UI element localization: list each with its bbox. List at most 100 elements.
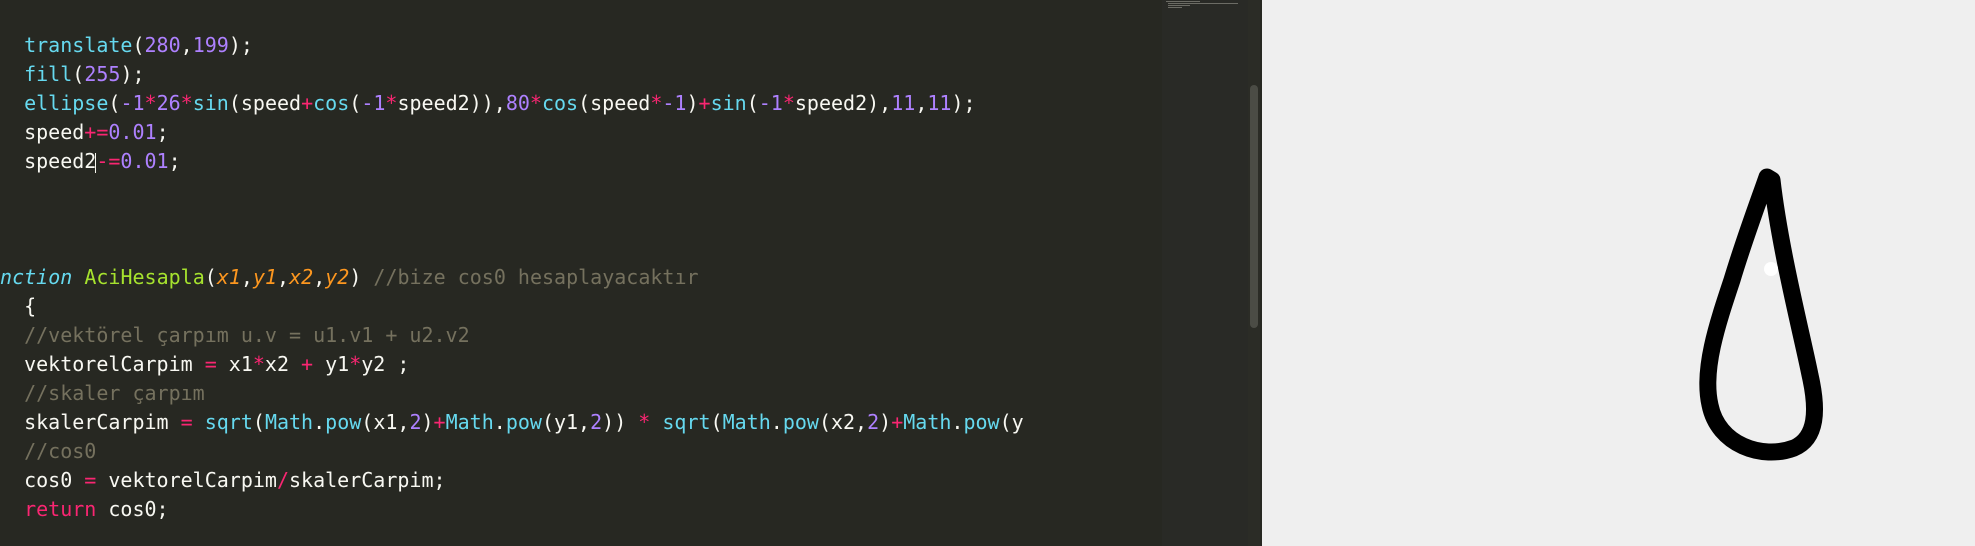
code-token: pow bbox=[325, 410, 362, 434]
code-line[interactable]: unction AciHesapla(x1,y1,x2,y2) //bize c… bbox=[0, 263, 699, 292]
code-line[interactable]: return cos0; bbox=[0, 495, 169, 524]
code-token: ); bbox=[951, 91, 976, 115]
drawn-loop-path bbox=[1699, 168, 1823, 461]
code-token: * bbox=[650, 91, 663, 115]
code-token: skalerCarpim bbox=[0, 410, 181, 434]
minimap-line bbox=[1166, 1, 1200, 2]
code-token: * bbox=[782, 91, 795, 115]
code-token: sqrt bbox=[204, 410, 253, 434]
code-token: //vektörel çarpım u.v = u1.v1 + u2.v2 bbox=[24, 323, 470, 347]
code-token: (y1, bbox=[541, 410, 591, 434]
code-token: x1 bbox=[216, 352, 253, 376]
code-token: y1 bbox=[313, 352, 350, 376]
code-line[interactable]: speed2-=0.01; bbox=[0, 147, 181, 176]
code-token: (speed bbox=[228, 91, 302, 115]
code-line[interactable]: ellipse(-1*26*sin(speed+cos(-1*speed2)),… bbox=[0, 89, 976, 118]
minimap-viewport[interactable] bbox=[1162, 0, 1248, 546]
scrollbar-thumb[interactable] bbox=[1250, 85, 1258, 328]
code-token: + bbox=[698, 91, 711, 115]
code-token: x2 bbox=[289, 265, 314, 289]
code-line[interactable]: //cos0 bbox=[0, 437, 96, 466]
code-token: -1 bbox=[662, 91, 687, 115]
code-token: , bbox=[277, 265, 290, 289]
code-token: ); bbox=[120, 62, 145, 86]
code-token: sin bbox=[710, 91, 747, 115]
code-line[interactable]: skalerCarpim = sqrt(Math.pow(x1,2)+Math.… bbox=[0, 408, 1024, 437]
code-token: cos bbox=[541, 91, 579, 115]
code-line[interactable]: speed+=0.01; bbox=[0, 118, 169, 147]
code-token: AciHesapla bbox=[84, 265, 205, 289]
code-token: , bbox=[313, 265, 326, 289]
code-token: ( bbox=[252, 410, 265, 434]
code-token: / bbox=[276, 468, 290, 492]
code-token: { bbox=[0, 294, 37, 318]
code-token: * bbox=[638, 410, 651, 434]
code-token: sin bbox=[192, 91, 229, 115]
vertical-scrollbar[interactable] bbox=[1248, 0, 1260, 546]
code-token: , bbox=[240, 265, 253, 289]
code-token: 80 bbox=[505, 91, 530, 115]
code-token: . bbox=[770, 410, 783, 434]
code-line[interactable]: vektorelCarpim = x1*x2 + y1*y2 ; bbox=[0, 350, 409, 379]
sketch-drawing bbox=[1699, 168, 1823, 461]
code-token: pow bbox=[505, 410, 542, 434]
code-token: + bbox=[301, 91, 314, 115]
code-token: ) bbox=[421, 410, 434, 434]
code-line[interactable]: translate(280,199); bbox=[0, 31, 253, 60]
code-token: translate bbox=[24, 33, 133, 57]
code-token: -1 bbox=[758, 91, 783, 115]
code-token: 280 bbox=[144, 33, 181, 57]
window: translate(280,199); fill(255); ellipse(-… bbox=[0, 0, 1975, 546]
code-token: ; bbox=[156, 120, 169, 144]
code-token: )) bbox=[602, 410, 639, 434]
code-token: = bbox=[180, 410, 193, 434]
code-token: fill bbox=[24, 62, 73, 86]
minimap[interactable] bbox=[1162, 0, 1248, 546]
code-token: (x1, bbox=[361, 410, 410, 434]
code-token: , bbox=[180, 33, 193, 57]
code-line[interactable]: //skaler çarpım bbox=[0, 379, 205, 408]
code-token: ellipse bbox=[24, 91, 109, 115]
minimap-line bbox=[1168, 3, 1238, 4]
code-token: cos bbox=[313, 91, 350, 115]
code-line[interactable]: cos0 = vektorelCarpim/skalerCarpim; bbox=[0, 466, 445, 495]
minimap-line bbox=[1168, 7, 1182, 8]
code-token: (speed bbox=[578, 91, 651, 115]
code-token: vektorelCarpim bbox=[96, 468, 277, 492]
code-token: speed2), bbox=[794, 91, 892, 115]
code-token: x2 bbox=[264, 352, 302, 376]
code-line[interactable]: //vektörel çarpım u.v = u1.v1 + u2.v2 bbox=[0, 321, 470, 350]
moving-dot bbox=[1764, 262, 1778, 276]
code-token: cos0; bbox=[96, 497, 169, 521]
code-line[interactable]: { bbox=[0, 292, 36, 321]
code-token: = bbox=[84, 468, 97, 492]
code-token: 199 bbox=[192, 33, 229, 57]
code-token: //bize cos0 hesaplayacaktır bbox=[373, 265, 699, 289]
code-token: y2 ; bbox=[361, 352, 410, 376]
code-token: * bbox=[385, 91, 398, 115]
code-token: pow bbox=[963, 410, 1000, 434]
code-token: ); bbox=[228, 33, 253, 57]
code-token: + bbox=[891, 410, 904, 434]
code-token: ( bbox=[204, 265, 217, 289]
code-token: ) bbox=[879, 410, 892, 434]
code-token: speed2 bbox=[0, 149, 97, 173]
code-editor[interactable]: translate(280,199); fill(255); ellipse(-… bbox=[0, 0, 1162, 546]
code-token: 2 bbox=[867, 410, 880, 434]
code-token: unction bbox=[0, 265, 73, 289]
code-token: . bbox=[951, 410, 964, 434]
code-token: (y bbox=[999, 410, 1024, 434]
code-token: . bbox=[313, 410, 326, 434]
code-token: + bbox=[433, 410, 446, 434]
code-token: speed bbox=[0, 120, 85, 144]
code-line[interactable]: fill(255); bbox=[0, 60, 145, 89]
code-token: Math bbox=[264, 410, 314, 434]
code-token: ; bbox=[168, 149, 181, 173]
